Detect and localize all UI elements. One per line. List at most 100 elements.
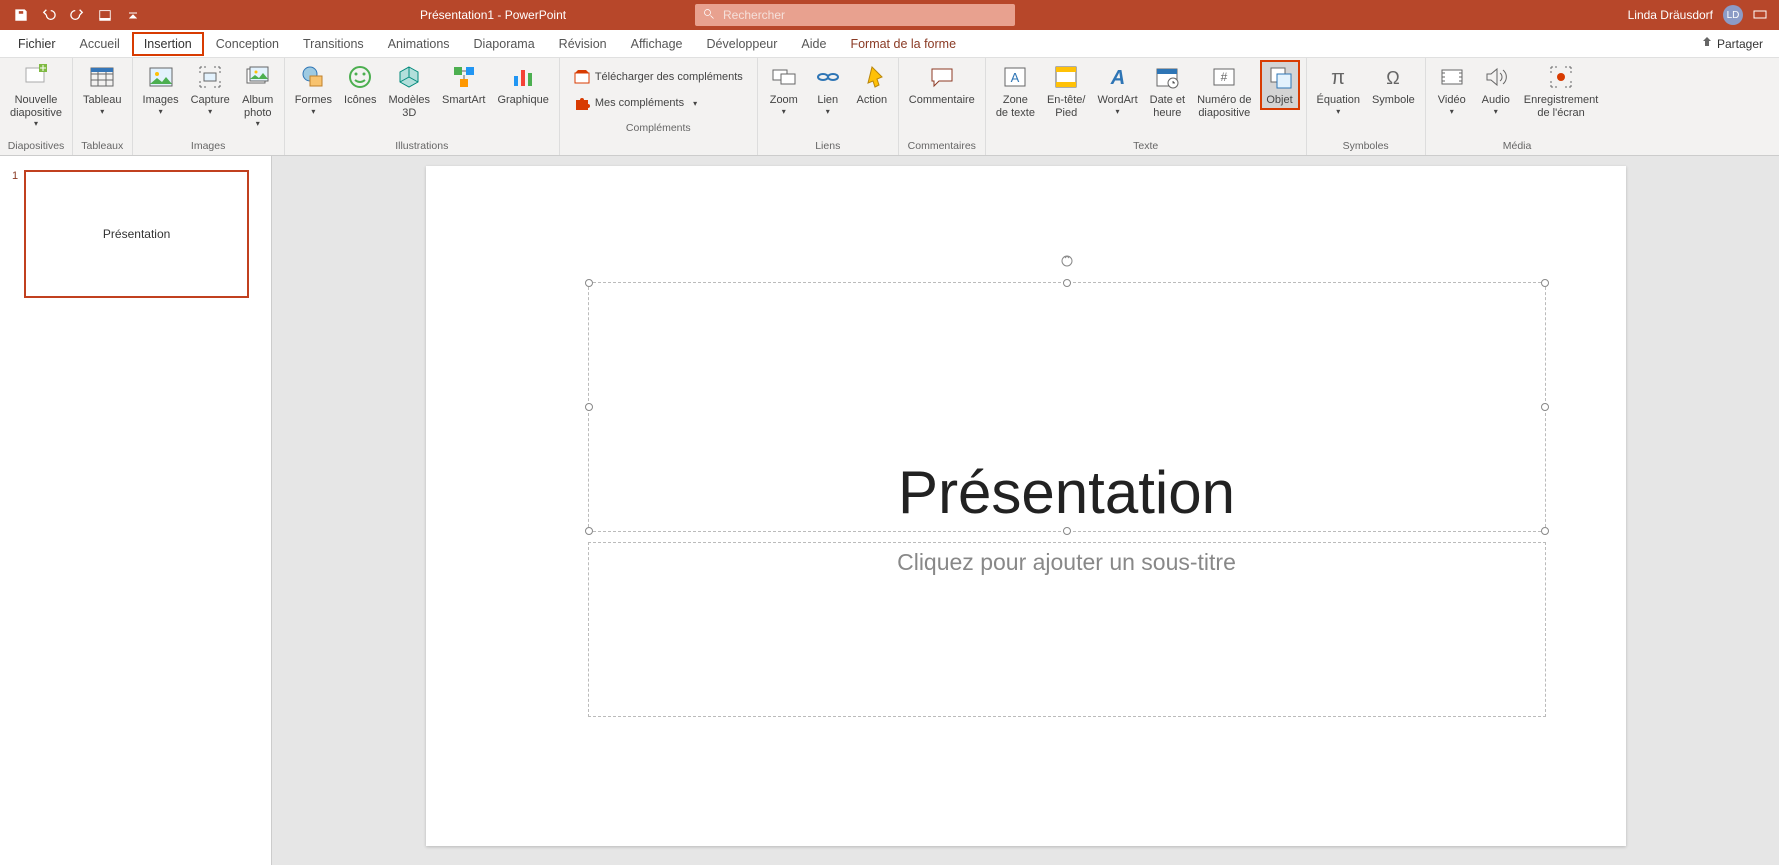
avatar[interactable]: LD [1723, 5, 1743, 25]
tab-animations[interactable]: Animations [376, 32, 462, 56]
video-button[interactable]: Vidéo▾ [1432, 60, 1472, 119]
tab-design[interactable]: Conception [204, 32, 291, 56]
header-footer-button[interactable]: En-tête/ Pied [1043, 60, 1090, 122]
subtitle-textbox[interactable]: Cliquez pour ajouter un sous-titre [588, 542, 1546, 717]
ribbon-display-options-icon[interactable] [1753, 7, 1767, 24]
tab-transitions[interactable]: Transitions [291, 32, 376, 56]
action-button[interactable]: Action [852, 60, 892, 110]
action-icon [858, 63, 886, 91]
symbol-icon: Ω [1379, 63, 1407, 91]
tab-review[interactable]: Révision [547, 32, 619, 56]
slide-thumbnail-1[interactable]: Présentation [24, 170, 249, 298]
wordart-button[interactable]: AWordArt▾ [1093, 60, 1141, 119]
album-button[interactable]: Album photo▾ [238, 60, 278, 131]
group-symbols: πÉquation▾ ΩSymbole Symboles [1307, 58, 1426, 155]
tab-slideshow[interactable]: Diaporama [462, 32, 547, 56]
group-text: AZone de texte En-tête/ Pied AWordArt▾ D… [986, 58, 1307, 155]
audio-button[interactable]: Audio▾ [1476, 60, 1516, 119]
table-button[interactable]: Tableau▾ [79, 60, 126, 119]
group-media: Vidéo▾ Audio▾ Enregistrement de l'écran … [1426, 58, 1609, 155]
rotate-handle-icon[interactable] [1059, 253, 1075, 272]
equation-button[interactable]: πÉquation▾ [1313, 60, 1364, 119]
slide-panel: 1 Présentation [0, 156, 272, 865]
comment-button[interactable]: Commentaire [905, 60, 979, 110]
store-icon [574, 69, 590, 85]
quick-access-toolbar [0, 6, 154, 24]
link-button[interactable]: Lien▾ [808, 60, 848, 119]
svg-text:#: # [1221, 70, 1228, 84]
resize-handle[interactable] [585, 527, 593, 535]
chart-icon [509, 63, 537, 91]
title-text[interactable]: Présentation [898, 458, 1235, 527]
tab-view[interactable]: Affichage [619, 32, 695, 56]
slide[interactable]: Présentation Cliquez pour ajouter un sou… [426, 166, 1626, 846]
username-label: Linda Dräusdorf [1628, 8, 1713, 22]
save-icon[interactable] [12, 6, 30, 24]
svg-text:A: A [1109, 67, 1124, 89]
resize-handle[interactable] [1063, 279, 1071, 287]
start-from-beginning-icon[interactable] [96, 6, 114, 24]
shapes-button[interactable]: Formes▾ [291, 60, 336, 119]
share-label: Partager [1717, 37, 1763, 51]
subtitle-placeholder[interactable]: Cliquez pour ajouter un sous-titre [897, 549, 1236, 716]
qat-more-icon[interactable] [124, 6, 142, 24]
images-button[interactable]: Images▾ [139, 60, 183, 119]
resize-handle[interactable] [1541, 527, 1549, 535]
zoom-icon [770, 63, 798, 91]
icons-button[interactable]: Icônes [340, 60, 380, 110]
slide-number-button[interactable]: #Numéro de diapositive [1193, 60, 1255, 122]
group-tables: Tableau▾ Tableaux [73, 58, 133, 155]
new-slide-button[interactable]: Nouvelle diapositive▾ [6, 60, 66, 131]
svg-text:A: A [1011, 70, 1020, 85]
new-slide-icon [22, 63, 50, 91]
chart-button[interactable]: Graphique [493, 60, 552, 110]
smartart-button[interactable]: SmartArt [438, 60, 489, 110]
group-addins: Télécharger des compléments Mes compléme… [560, 58, 758, 155]
resize-handle[interactable] [585, 279, 593, 287]
album-icon [244, 63, 272, 91]
title-textbox[interactable]: Présentation [588, 282, 1546, 532]
tab-help[interactable]: Aide [789, 32, 838, 56]
screen-recording-button[interactable]: Enregistrement de l'écran [1520, 60, 1603, 122]
textbox-button[interactable]: AZone de texte [992, 60, 1039, 122]
undo-icon[interactable] [40, 6, 58, 24]
shapes-icon [299, 63, 327, 91]
symbol-button[interactable]: ΩSymbole [1368, 60, 1419, 110]
audio-icon [1482, 63, 1510, 91]
title-bar: Présentation1 - PowerPoint Linda Dräusdo… [0, 0, 1779, 30]
resize-handle[interactable] [585, 403, 593, 411]
object-icon [1266, 63, 1294, 91]
my-addins-button[interactable]: Mes compléments▾ [568, 92, 749, 114]
search-input[interactable] [723, 8, 1007, 22]
images-icon [147, 63, 175, 91]
zoom-button[interactable]: Zoom▾ [764, 60, 804, 119]
ribbon: Nouvelle diapositive▾ Diapositives Table… [0, 58, 1779, 156]
textbox-icon: A [1001, 63, 1029, 91]
header-footer-icon [1052, 63, 1080, 91]
tab-shape-format[interactable]: Format de la forme [838, 32, 968, 56]
svg-text:π: π [1331, 67, 1345, 89]
resize-handle[interactable] [1063, 527, 1071, 535]
tab-file[interactable]: Fichier [6, 32, 68, 56]
cube-icon [395, 63, 423, 91]
resize-handle[interactable] [1541, 279, 1549, 287]
video-icon [1438, 63, 1466, 91]
group-comments: Commentaire Commentaires [899, 58, 986, 155]
tab-insert[interactable]: Insertion [132, 32, 204, 56]
window-title: Présentation1 - PowerPoint [420, 8, 566, 22]
date-time-button[interactable]: Date et heure [1146, 60, 1189, 122]
get-addins-button[interactable]: Télécharger des compléments [568, 66, 749, 88]
svg-text:Ω: Ω [1387, 68, 1400, 88]
tab-home[interactable]: Accueil [68, 32, 132, 56]
models3d-button[interactable]: Modèles 3D [384, 60, 434, 122]
object-button[interactable]: Objet [1260, 60, 1300, 110]
tab-developer[interactable]: Développeur [695, 32, 790, 56]
capture-button[interactable]: Capture▾ [187, 60, 234, 119]
search-box[interactable] [695, 4, 1015, 26]
share-button[interactable]: Partager [1691, 32, 1773, 55]
resize-handle[interactable] [1541, 403, 1549, 411]
group-illustrations: Formes▾ Icônes Modèles 3D SmartArt Graph… [285, 58, 560, 155]
link-icon [814, 63, 842, 91]
group-images: Images▾ Capture▾ Album photo▾ Images [133, 58, 285, 155]
redo-icon[interactable] [68, 6, 86, 24]
